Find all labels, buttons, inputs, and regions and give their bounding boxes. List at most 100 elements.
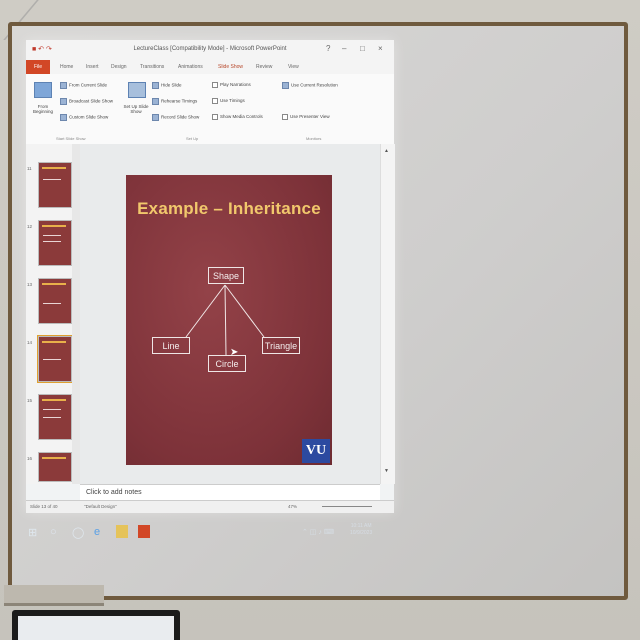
thumb-number: 16 xyxy=(27,456,33,461)
tab-insert[interactable]: Insert xyxy=(86,64,99,70)
thumb-content xyxy=(43,179,61,180)
cortana-icon[interactable]: ◯ xyxy=(72,526,84,539)
notes-placeholder: Click to add notes xyxy=(86,489,142,496)
help-icon[interactable]: ? xyxy=(326,44,330,53)
slide-thumbnail[interactable] xyxy=(38,278,72,324)
tab-slide-show[interactable]: Slide Show xyxy=(218,64,243,70)
slide-thumbnail-selected[interactable] xyxy=(37,335,73,383)
rehearse-timings-button[interactable]: Rehearse Timings xyxy=(152,98,197,105)
thumb-number: 13 xyxy=(27,282,33,287)
desk-monitor xyxy=(12,610,180,640)
clock-time: 10:11 AM xyxy=(350,523,372,529)
from-current-slide-label: From Current Slide xyxy=(69,82,108,88)
from-current-slide-button[interactable]: From Current Slide xyxy=(60,82,107,89)
inheritance-diagram xyxy=(185,284,265,356)
use-timings-checkbox[interactable]: Use Timings xyxy=(212,98,245,104)
windows-start-icon[interactable]: ⊞ xyxy=(28,526,37,539)
play-narrations-label: Play Narrations xyxy=(220,82,251,88)
checkbox-icon xyxy=(212,98,218,104)
set-up-icon[interactable] xyxy=(128,82,146,98)
maximize-button[interactable]: □ xyxy=(360,44,365,53)
thumb-title xyxy=(42,167,66,169)
thumb-number: 15 xyxy=(27,398,33,403)
zoom-level[interactable]: 47% xyxy=(288,504,297,509)
record-slide-show-button[interactable]: Record Slide Show xyxy=(152,114,199,121)
current-slide[interactable]: Example – Inheritance Shape Line Circle … xyxy=(126,175,332,465)
hide-slide-icon xyxy=(152,82,159,89)
node-circle: Circle xyxy=(208,355,246,372)
node-triangle: Triangle xyxy=(262,337,300,354)
hide-slide-button[interactable]: Hide Slide xyxy=(152,82,182,89)
presenter-view-label: Use Presenter View xyxy=(290,114,330,120)
rehearse-icon xyxy=(152,98,159,105)
thumb-title xyxy=(42,457,66,459)
thumb-title xyxy=(42,399,66,401)
record-icon xyxy=(152,114,159,121)
custom-show-icon xyxy=(60,114,67,121)
edge-browser-icon[interactable]: e xyxy=(94,526,100,538)
close-button[interactable]: × xyxy=(378,44,383,53)
node-line: Line xyxy=(152,337,190,354)
checkbox-icon xyxy=(212,114,218,120)
thumb-content xyxy=(43,409,61,410)
vu-logo: VU xyxy=(302,439,330,463)
use-timings-label: Use Timings xyxy=(220,98,245,104)
set-up-slide-show-button[interactable]: Set Up Slide Show xyxy=(122,104,150,114)
tab-file[interactable]: File xyxy=(26,60,50,74)
tab-transitions[interactable]: Transitions xyxy=(140,64,164,70)
from-beginning-button[interactable]: From Beginning xyxy=(30,104,56,114)
powerpoint-window: ■ ↶ ↷ LectureClass [Compatibility Mode] … xyxy=(26,40,395,513)
connector-line xyxy=(224,284,227,356)
design-name: "Default Design" xyxy=(84,504,117,509)
custom-slide-show-label: Custom Slide Show xyxy=(69,114,109,120)
slide-thumbnail[interactable] xyxy=(38,220,72,266)
custom-slide-show-button[interactable]: Custom Slide Show xyxy=(60,114,108,121)
zoom-slider[interactable] xyxy=(322,506,372,507)
title-bar: ■ ↶ ↷ LectureClass [Compatibility Mode] … xyxy=(26,40,394,60)
system-tray-icons[interactable]: ⌃ ◫ ♪ ⌨ xyxy=(302,528,334,536)
thumbnail-scrollbar[interactable] xyxy=(72,144,80,484)
slide-thumbnail[interactable] xyxy=(38,452,72,482)
thumb-number: 12 xyxy=(27,224,33,229)
show-media-controls-checkbox[interactable]: Show Media Controls xyxy=(212,114,263,120)
resolution-dropdown[interactable]: Use Current Resolution xyxy=(282,82,338,89)
powerpoint-app-icon[interactable] xyxy=(138,525,150,538)
broadcast-button[interactable]: Broadcast Slide Show xyxy=(60,98,113,105)
tab-review[interactable]: Review xyxy=(256,64,272,70)
thumb-title xyxy=(42,283,66,285)
group-label-monitors: Monitors xyxy=(306,136,322,141)
checkbox-icon xyxy=(212,82,218,88)
show-media-controls-label: Show Media Controls xyxy=(220,114,263,120)
window-title: LectureClass [Compatibility Mode] - Micr… xyxy=(133,46,287,52)
tab-view[interactable]: View xyxy=(288,64,299,70)
tab-animations[interactable]: Animations xyxy=(178,64,203,70)
slide-counter: Slide 13 of 40 xyxy=(30,504,58,509)
search-icon[interactable]: ○ xyxy=(50,526,57,538)
from-beginning-icon[interactable] xyxy=(34,82,52,98)
hide-slide-label: Hide Slide xyxy=(161,82,182,88)
play-narrations-checkbox[interactable]: Play Narrations xyxy=(212,82,251,88)
group-label-setup: Set Up xyxy=(186,136,199,141)
minimize-button[interactable]: – xyxy=(342,44,346,53)
slide-thumbnail[interactable] xyxy=(38,162,72,208)
connector-line xyxy=(224,284,265,338)
thumb-content xyxy=(43,303,61,304)
connector-line xyxy=(185,284,226,338)
broadcast-label: Broadcast Slide Show xyxy=(69,98,114,104)
clock-date: 10/9/2023 xyxy=(350,530,373,536)
tab-home[interactable]: Home xyxy=(60,64,73,70)
node-shape: Shape xyxy=(208,267,244,284)
file-explorer-icon[interactable] xyxy=(116,525,128,538)
scroll-down-icon[interactable]: ▼ xyxy=(384,468,389,474)
editor-scrollbar[interactable]: ▲ ▼ xyxy=(380,144,395,484)
resolution-icon xyxy=(282,82,289,89)
notes-pane[interactable]: Click to add notes xyxy=(80,484,380,501)
tab-design[interactable]: Design xyxy=(111,64,127,70)
clock[interactable]: 10:11 AM 10/9/2023 xyxy=(350,523,372,537)
ribbon: From Beginning From Current Slide Broadc… xyxy=(26,74,394,145)
slide-icon xyxy=(60,82,67,89)
rehearse-timings-label: Rehearse Timings xyxy=(161,98,198,104)
presenter-view-checkbox[interactable]: Use Presenter View xyxy=(282,114,330,120)
slide-thumbnail[interactable] xyxy=(38,394,72,440)
scroll-up-icon[interactable]: ▲ xyxy=(384,148,389,154)
